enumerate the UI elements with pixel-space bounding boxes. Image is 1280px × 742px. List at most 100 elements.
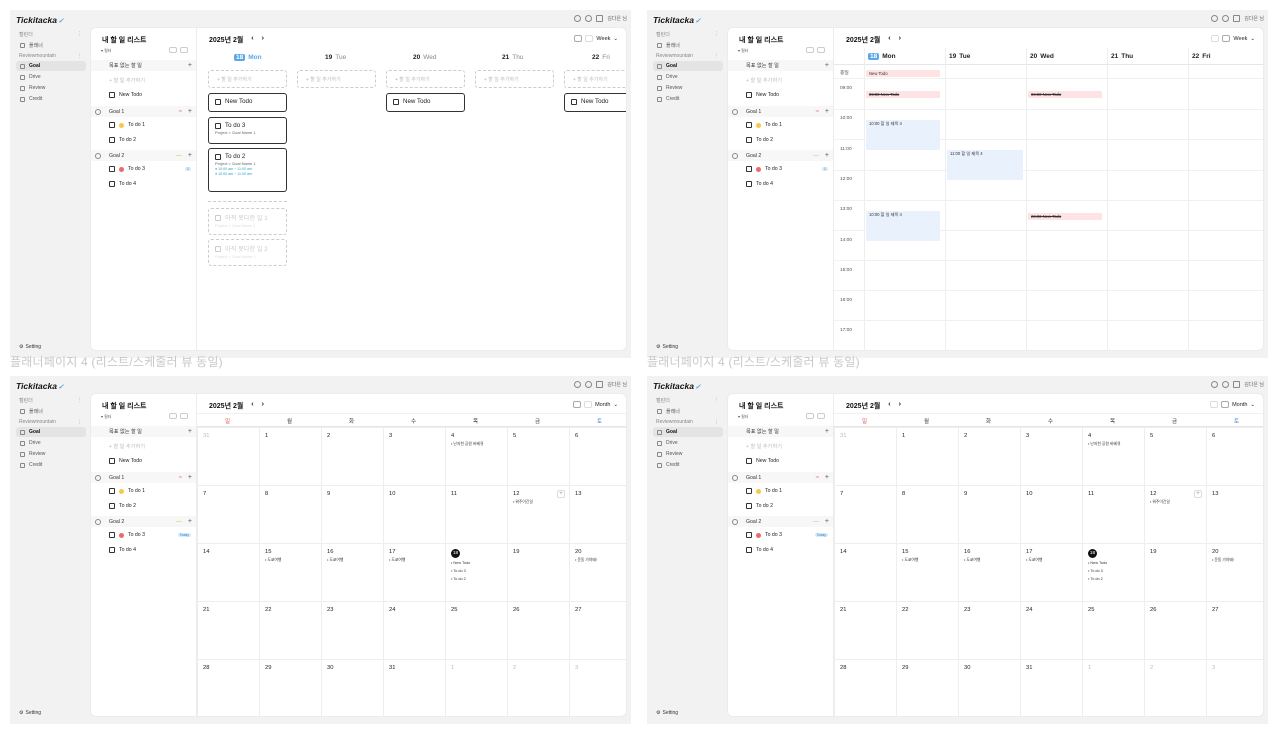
nav-item-credit[interactable]: Credit [653, 460, 723, 470]
month-event[interactable]: • 난지천 공원 바베큐 [451, 441, 502, 447]
add-icon[interactable]: + [825, 62, 829, 69]
prev-icon[interactable]: ‹ [251, 35, 253, 45]
day-cell[interactable]: 1 [445, 659, 507, 716]
day-cell[interactable]: 29 [259, 659, 321, 716]
add-todo-button[interactable]: + 할 일 추가하기 [746, 77, 782, 84]
schedule-event[interactable]: 09:00 New Todo [1028, 91, 1102, 98]
todo-item[interactable]: To do 2 [109, 137, 136, 143]
day-cell[interactable]: 3 [383, 427, 445, 485]
list-view-icon[interactable] [573, 401, 582, 408]
sort-icon[interactable] [817, 47, 825, 53]
nav-item-planner[interactable]: 플래너 [653, 406, 723, 417]
day-cell[interactable]: 8 [259, 485, 321, 543]
todo-item[interactable]: To do 2 [746, 137, 773, 143]
todo-item[interactable]: To do 1 [746, 122, 782, 128]
setting-button[interactable]: ⚙ Setting [19, 710, 41, 716]
day-cell[interactable]: 21 [834, 601, 896, 659]
day-cell[interactable]: 17 • 도쿄여행 [383, 543, 445, 601]
add-todo-slot[interactable]: + 할 일 추가하기 [564, 70, 626, 88]
schedule-event[interactable]: 10:00 할 일 제목 4 [866, 120, 940, 150]
checkbox[interactable] [109, 92, 115, 98]
day-cell[interactable]: 2 [507, 659, 569, 716]
day-cell[interactable]: 25 [445, 601, 507, 659]
day-cell[interactable]: 15 • 도쿄여행 [896, 543, 958, 601]
todo-card[interactable]: New Todo [386, 93, 465, 112]
add-icon[interactable]: + [188, 108, 192, 115]
day-cell[interactable]: 20 • 운동 가야돼! [569, 543, 626, 601]
next-icon[interactable]: › [899, 401, 901, 411]
day-cell[interactable]: 11 [1082, 485, 1144, 543]
add-icon[interactable]: + [825, 152, 829, 159]
checkbox[interactable] [109, 503, 115, 509]
add-todo-button[interactable]: + 할 일 추가하기 [109, 443, 145, 450]
nav-item-credit[interactable]: Credit [653, 94, 723, 104]
help-icon[interactable] [574, 15, 582, 22]
schedule-event[interactable]: 20:00 New Todo [1028, 213, 1102, 220]
people-icon[interactable] [1233, 381, 1241, 388]
next-icon[interactable]: › [262, 35, 264, 45]
todo-item[interactable]: To do 4 [746, 547, 773, 553]
nav-item-goal[interactable]: Goal [653, 61, 723, 71]
day-cell[interactable]: 9 [321, 485, 383, 543]
day-cell[interactable]: 30 [321, 659, 383, 716]
checkbox[interactable] [746, 122, 752, 128]
day-cell[interactable]: 1 [896, 427, 958, 485]
list-view-icon[interactable] [1211, 35, 1220, 42]
month-event[interactable]: • 도쿄여행 [1026, 557, 1077, 563]
people-icon[interactable] [596, 381, 604, 388]
day-cell[interactable]: 23 [321, 601, 383, 659]
add-todo-slot[interactable]: + 할 일 추가하기 [386, 70, 465, 88]
setting-button[interactable]: ⚙ Setting [656, 710, 678, 716]
day-cell[interactable]: 2 [1144, 659, 1206, 716]
todo-item[interactable]: To do 3 [109, 166, 191, 172]
help-icon[interactable] [1211, 15, 1219, 22]
day-cell[interactable]: 27 [1206, 601, 1263, 659]
checkbox[interactable] [109, 137, 115, 143]
filter-button[interactable]: ▾ 필터 [738, 48, 749, 54]
month-event[interactable]: • To do 2 [451, 576, 502, 582]
bell-icon[interactable] [585, 381, 593, 388]
nav-item-drive[interactable]: Drive [16, 72, 86, 82]
nav-item-drive[interactable]: Drive [653, 438, 723, 448]
add-icon[interactable]: + [188, 62, 192, 69]
day-cell[interactable]: 11 [445, 485, 507, 543]
toggle-icon[interactable] [169, 47, 177, 53]
help-icon[interactable] [1211, 381, 1219, 388]
day-cell[interactable]: 9 [958, 485, 1020, 543]
month-event[interactable]: • 운동 가야돼! [575, 557, 626, 563]
bell-icon[interactable] [585, 15, 593, 22]
people-icon[interactable] [1233, 15, 1241, 22]
day-cell[interactable]: 19 [1144, 543, 1206, 601]
month-event[interactable]: • To do 3 [1088, 568, 1139, 574]
day-cell[interactable]: 7 [197, 485, 259, 543]
bell-icon[interactable] [1222, 381, 1230, 388]
todo-item[interactable]: To do 1 [746, 488, 782, 494]
day-cell[interactable]: 30 [958, 659, 1020, 716]
prev-icon[interactable]: ‹ [251, 401, 253, 411]
day-cell[interactable]: 2 [958, 427, 1020, 485]
add-todo-slot[interactable]: + 할 일 추가하기 [475, 70, 554, 88]
day-cell[interactable]: 1 [1082, 659, 1144, 716]
day-cell[interactable]: 13 [569, 485, 626, 543]
setting-button[interactable]: ⚙ Setting [19, 344, 41, 350]
todo-item[interactable]: To do 4 [746, 181, 773, 187]
add-icon[interactable]: + [188, 474, 192, 481]
day-cell[interactable]: 3 [1206, 659, 1263, 716]
day-cell[interactable]: 31 [383, 659, 445, 716]
nav-item-review[interactable]: Review [16, 83, 86, 93]
bell-icon[interactable] [1222, 15, 1230, 22]
month-event[interactable]: • 도쿄여행 [327, 557, 378, 563]
checkbox[interactable] [109, 181, 115, 187]
user-menu[interactable]: 김다은 님 [607, 381, 627, 388]
nav-item-credit[interactable]: Credit [16, 460, 86, 470]
day-cell[interactable]: 31 [834, 427, 896, 485]
schedule-view-icon[interactable] [584, 401, 593, 408]
filter-button[interactable]: ▾ 필터 [101, 414, 112, 420]
todo-item[interactable]: New Todo [746, 92, 779, 98]
nav-item-planner[interactable]: 플래너 [16, 406, 86, 417]
todo-item[interactable]: To do 1 [109, 488, 145, 494]
schedule-event[interactable]: 11:00 할 일 제목 4 [947, 150, 1023, 180]
month-event[interactable]: • 워주이긴일 [513, 499, 564, 505]
day-cell[interactable]: 8 [896, 485, 958, 543]
day-cell[interactable]: 12 + • 워주이긴일 [1144, 485, 1206, 543]
